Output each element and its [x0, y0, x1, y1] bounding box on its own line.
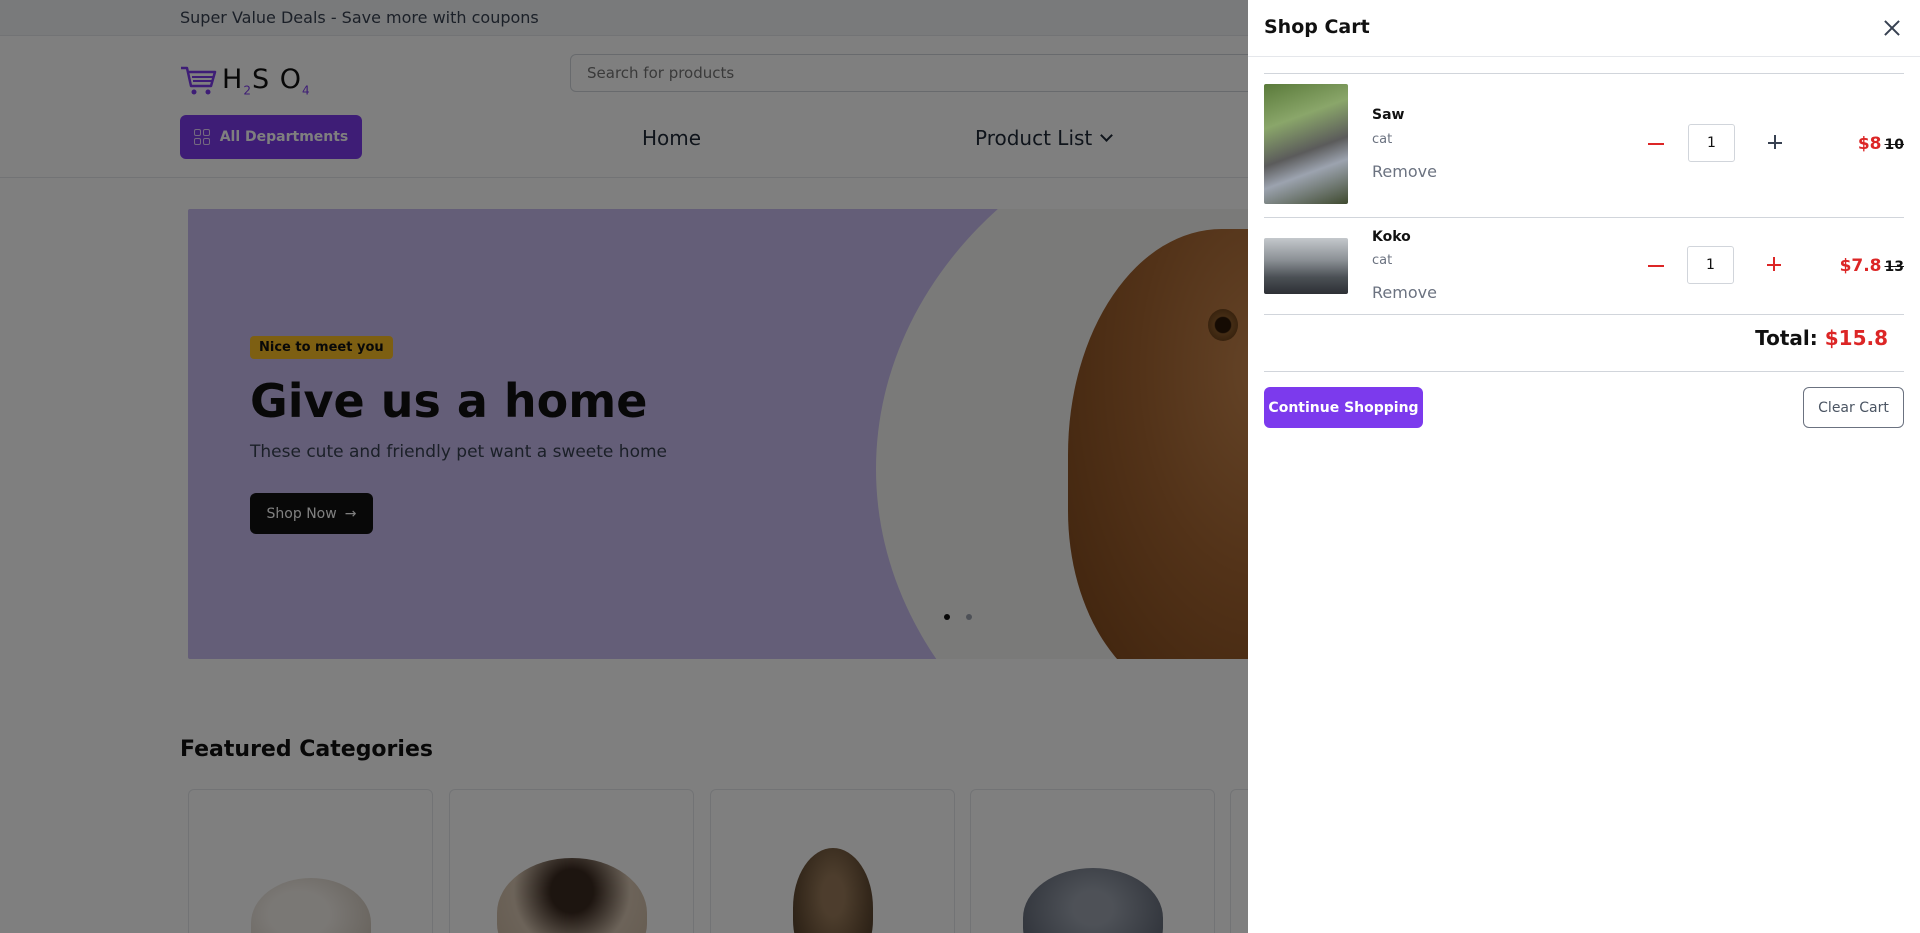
quantity-input[interactable] — [1688, 124, 1735, 162]
cart-header: Shop Cart — [1248, 0, 1920, 57]
cart-total: Total: $15.8 — [1755, 326, 1888, 350]
cart-item-variant: cat — [1372, 253, 1393, 268]
original-price: 10 — [1884, 137, 1904, 153]
cart-item: Koko cat Remove $7.813 — [1264, 225, 1904, 315]
divider — [1264, 217, 1904, 218]
decrease-quantity-button[interactable] — [1648, 143, 1664, 145]
sale-price: $7.8 — [1839, 256, 1882, 276]
original-price: 13 — [1884, 259, 1904, 275]
total-label: Total: — [1755, 326, 1818, 350]
decrease-quantity-button[interactable] — [1648, 265, 1664, 267]
divider — [1264, 371, 1904, 372]
quantity-input[interactable] — [1687, 246, 1734, 284]
cart-item: Saw cat Remove $810 — [1264, 84, 1904, 214]
remove-item-link[interactable]: Remove — [1372, 283, 1437, 302]
close-icon[interactable] — [1880, 16, 1904, 40]
cart-item-thumbnail — [1264, 238, 1348, 294]
cart-item-price: $8 10 — [1858, 134, 1904, 154]
divider — [1264, 73, 1904, 74]
sale-price: $8 — [1857, 134, 1882, 154]
clear-cart-button[interactable]: Clear Cart — [1803, 387, 1904, 428]
cart-item-price: $7.8 13 — [1840, 256, 1904, 276]
cart-item-variant: cat — [1372, 132, 1393, 147]
remove-item-link[interactable]: Remove — [1372, 162, 1437, 181]
cart-item-name[interactable]: Saw — [1372, 107, 1404, 123]
divider — [1264, 314, 1904, 315]
continue-shopping-button[interactable]: Continue Shopping — [1264, 387, 1423, 428]
cart-title: Shop Cart — [1264, 16, 1370, 38]
cart-drawer: Shop Cart Saw cat Remove $810 Koko cat R… — [1248, 0, 1920, 933]
cart-item-thumbnail — [1264, 84, 1348, 204]
increase-quantity-button[interactable] — [1768, 135, 1784, 151]
total-amount: $15.8 — [1824, 326, 1888, 350]
increase-quantity-button[interactable] — [1767, 257, 1783, 273]
cart-item-name[interactable]: Koko — [1372, 229, 1411, 245]
